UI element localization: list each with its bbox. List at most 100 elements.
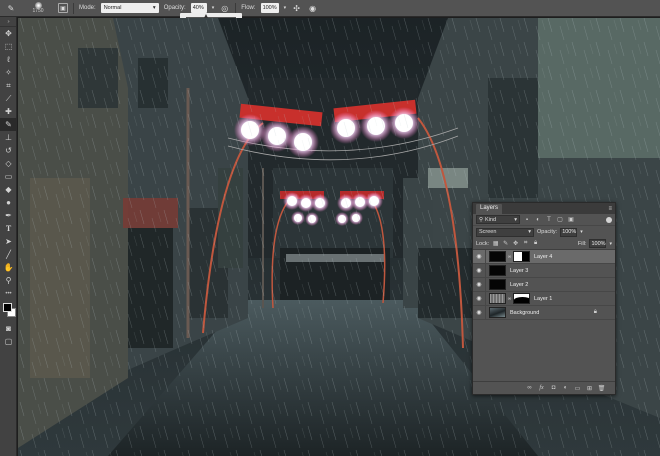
foreground-color-swatch[interactable] <box>3 303 12 312</box>
visibility-eye-icon[interactable]: ◉ <box>473 263 486 278</box>
layer-row-layer-3[interactable]: ◉ Layer 3 <box>473 263 615 278</box>
opacity-label: Opacity: <box>163 5 186 11</box>
clone-stamp-tool-icon[interactable]: ⊥ <box>0 131 17 144</box>
filter-toggle[interactable] <box>606 216 612 223</box>
blend-mode-select[interactable]: Screen ▾ <box>476 227 534 237</box>
crop-tool-icon[interactable]: ⌗ <box>0 79 17 92</box>
tools-panel: ›› ✥ ⬚ ℓ ✧ ⌗ ⟋ ✚ ✎ ⊥ ↺ ◇ ▭ ◆ ● ✒ T ➤ ╱ ✋… <box>0 17 17 456</box>
filter-kind-select[interactable]: ⚲ Kind ▾ <box>476 215 520 224</box>
filter-shape-icon[interactable]: ▢ <box>556 216 564 224</box>
layer-thumbnail <box>489 293 506 304</box>
layer-row-layer-4[interactable]: ◉ ∞ Layer 4 <box>473 249 615 264</box>
new-group-icon[interactable]: ▭ <box>574 385 581 392</box>
layer-name: Layer 2 <box>510 281 529 288</box>
flow-field[interactable]: 100% <box>260 3 279 13</box>
quick-select-tool-icon[interactable]: ✧ <box>0 66 17 79</box>
pressure-opacity-icon[interactable]: ◎ <box>219 3 230 14</box>
mode-select[interactable]: Normal ▾ <box>100 3 159 13</box>
pressure-size-icon[interactable]: ◉ <box>307 3 318 14</box>
lock-position-icon[interactable]: ✥ <box>512 240 519 247</box>
brush-settings-panel-icon[interactable]: ▣ <box>58 3 68 13</box>
link-layers-icon[interactable]: ∞ <box>526 385 533 392</box>
layer-mask-thumbnail[interactable] <box>513 293 530 304</box>
layer-filter-row: ⚲ Kind ▾ ▪ ◐ T ▢ ▣ <box>473 214 615 226</box>
opacity-field[interactable]: 40% <box>190 3 207 13</box>
blend-row: Screen ▾ Opacity: 100% ▾ <box>473 226 615 238</box>
lock-label: Lock: <box>476 240 490 247</box>
lock-image-icon[interactable]: ✎ <box>502 240 509 247</box>
filter-adjustment-icon[interactable]: ◐ <box>534 216 542 224</box>
layer-opacity-field[interactable]: 100% <box>560 227 578 237</box>
layer-row-layer-2[interactable]: ◉ Layer 2 <box>473 277 615 292</box>
layer-name: Layer 1 <box>534 295 553 302</box>
flow-slider-toggle-icon[interactable]: ▾ <box>284 5 287 11</box>
filter-pixel-icon[interactable]: ▪ <box>523 216 531 224</box>
tab-layers[interactable]: Layers <box>476 204 503 214</box>
lock-all-icon[interactable]: 🔒︎ <box>532 240 539 247</box>
separator <box>73 2 74 14</box>
layer-mask-thumbnail[interactable] <box>513 251 530 262</box>
options-bar: ✎ 1750 ▣ Mode: Normal ▾ Opacity: 40% ▾ ◎… <box>0 0 660 17</box>
mask-link-icon[interactable]: ∞ <box>507 296 512 302</box>
lasso-tool-icon[interactable]: ℓ <box>0 53 17 66</box>
visibility-eye-icon[interactable]: ◉ <box>473 291 486 306</box>
panel-menu-icon[interactable]: ≡ <box>608 206 612 214</box>
separator <box>235 2 237 14</box>
type-tool-icon[interactable]: T <box>0 222 17 235</box>
pen-tool-icon[interactable]: ✒ <box>0 209 17 222</box>
filter-smart-object-icon[interactable]: ▣ <box>567 216 575 224</box>
brush-tool-icon[interactable]: ✎ <box>0 118 17 131</box>
chevron-down-icon[interactable]: ▾ <box>609 241 612 247</box>
airbrush-icon[interactable]: ✣ <box>291 3 302 14</box>
filter-type-icon[interactable]: T <box>545 216 553 224</box>
opacity-slider-toggle-icon[interactable]: ▾ <box>212 5 215 11</box>
layer-row-layer-1[interactable]: ◉ ∞ Layer 1 <box>473 291 615 306</box>
chevron-down-icon: ▾ <box>528 229 531 235</box>
history-brush-tool-icon[interactable]: ↺ <box>0 144 17 157</box>
layer-thumbnail <box>489 251 506 262</box>
add-mask-icon[interactable]: ◘ <box>550 385 557 392</box>
filter-kind-value: Kind <box>485 216 497 223</box>
new-layer-icon[interactable]: ⊞ <box>586 385 593 392</box>
layers-panel: Layers ≡ ⚲ Kind ▾ ▪ ◐ T ▢ ▣ Screen ▾ Opa… <box>472 202 616 395</box>
zoom-tool-icon[interactable]: ⚲ <box>0 274 17 287</box>
layer-style-icon[interactable]: fx <box>538 385 545 392</box>
blur-tool-icon[interactable]: ◆ <box>0 183 17 196</box>
blend-mode-value: Screen <box>479 229 497 235</box>
path-select-tool-icon[interactable]: ➤ <box>0 235 17 248</box>
chevron-down-icon[interactable]: ▾ <box>580 229 583 235</box>
screen-mode-icon[interactable]: ▢ <box>0 335 17 348</box>
brush-tool-preset-icon[interactable]: ✎ <box>4 2 18 14</box>
fill-field[interactable]: 100% <box>589 239 607 248</box>
visibility-eye-icon[interactable]: ◉ <box>473 305 486 320</box>
gradient-tool-icon[interactable]: ▭ <box>0 170 17 183</box>
adjustment-layer-icon[interactable]: ◐ <box>562 385 569 392</box>
visibility-eye-icon[interactable]: ◉ <box>473 249 486 264</box>
mask-link-icon[interactable]: ∞ <box>507 254 512 260</box>
marquee-tool-icon[interactable]: ⬚ <box>0 40 17 53</box>
move-tool-icon[interactable]: ✥ <box>0 27 17 40</box>
mode-value: Normal <box>103 5 122 11</box>
quick-mask-icon[interactable]: ◙ <box>0 322 17 335</box>
hand-tool-icon[interactable]: ✋ <box>0 261 17 274</box>
healing-tool-icon[interactable]: ✚ <box>0 105 17 118</box>
eraser-tool-icon[interactable]: ◇ <box>0 157 17 170</box>
lock-artboard-icon[interactable]: ⌗ <box>522 240 529 247</box>
eyedropper-tool-icon[interactable]: ⟋ <box>0 92 17 105</box>
dodge-tool-icon[interactable]: ● <box>0 196 17 209</box>
layer-thumbnail <box>489 265 506 276</box>
lock-row: Lock: ▦ ✎ ✥ ⌗ 🔒︎ Fill: 100% ▾ <box>473 238 615 250</box>
more-tools-icon[interactable]: ••• <box>0 287 17 300</box>
panel-grip-icon[interactable]: ›› <box>0 17 16 27</box>
mode-label: Mode: <box>79 5 96 11</box>
layer-row-background[interactable]: ◉ Background 🔒︎ <box>473 305 615 320</box>
brush-preset-picker[interactable]: 1750 <box>23 1 53 16</box>
layers-panel-footer: ∞ fx ◘ ◐ ▭ ⊞ 🗑︎ <box>473 381 615 394</box>
lock-transparent-icon[interactable]: ▦ <box>492 240 499 247</box>
shape-tool-icon[interactable]: ╱ <box>0 248 17 261</box>
visibility-eye-icon[interactable]: ◉ <box>473 277 486 292</box>
color-swatches[interactable] <box>0 300 17 322</box>
delete-layer-icon[interactable]: 🗑︎ <box>598 385 606 392</box>
brush-size-value: 1750 <box>32 8 44 14</box>
flow-label: Flow: <box>241 5 256 11</box>
